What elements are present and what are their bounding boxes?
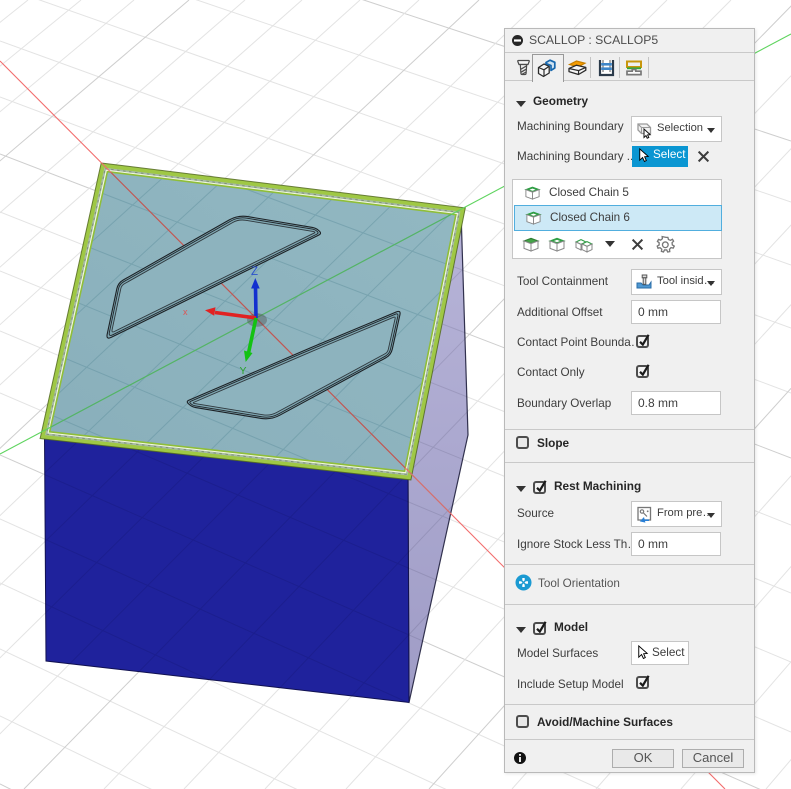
svg-text:Y: Y xyxy=(240,365,247,377)
svg-text:x: x xyxy=(183,307,188,317)
svg-text:Z: Z xyxy=(251,266,258,278)
